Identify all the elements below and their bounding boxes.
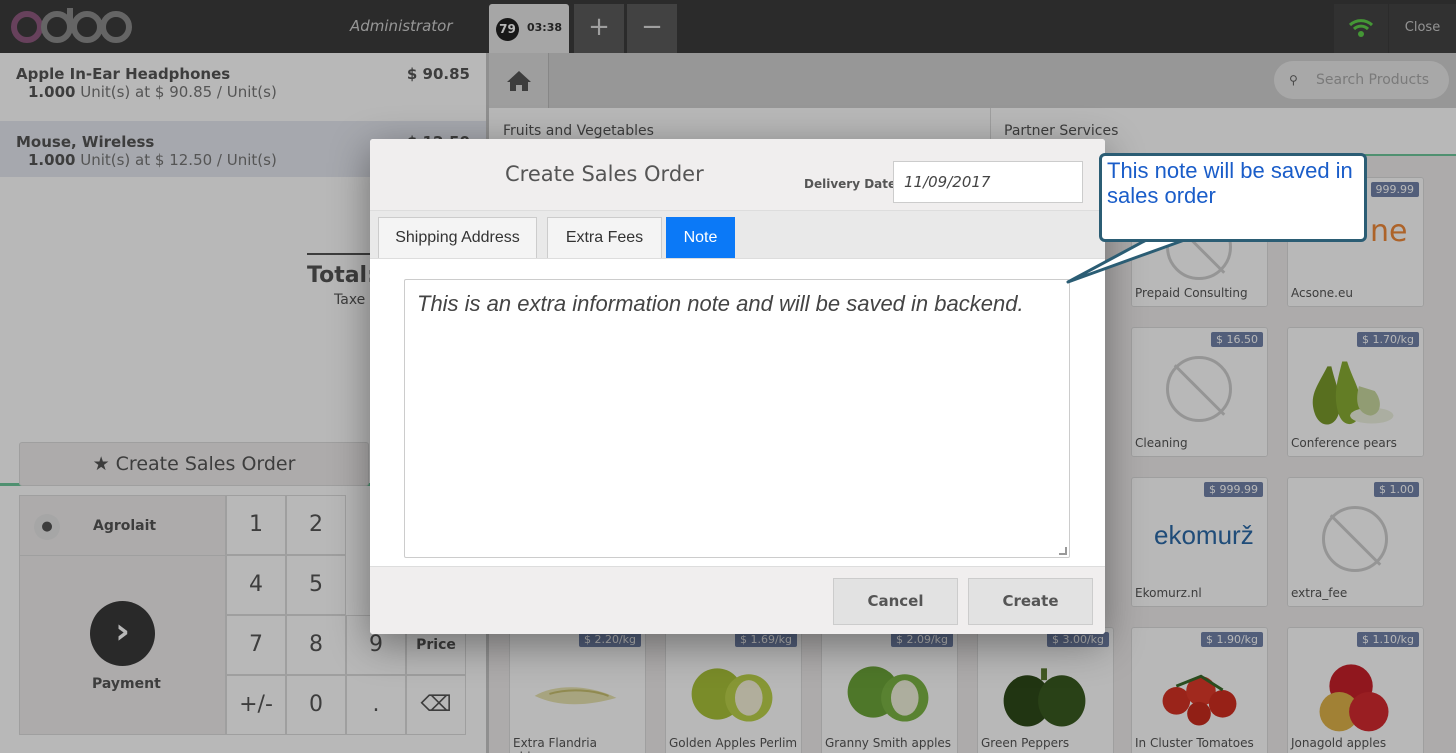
note-text: This is an extra information note and wi… [417, 291, 1024, 316]
dialog-tabs: Shipping Address Extra Fees Note [370, 211, 1105, 259]
resize-grip-icon[interactable] [1059, 547, 1067, 555]
note-textarea[interactable]: This is an extra information note and wi… [404, 279, 1070, 558]
tab-extra-fees[interactable]: Extra Fees [547, 217, 662, 258]
dialog-header: Create Sales Order Delivery Date: 11/09/… [370, 139, 1105, 211]
tab-note[interactable]: Note [666, 217, 735, 258]
create-sales-order-dialog: Create Sales Order Delivery Date: 11/09/… [370, 139, 1105, 634]
cancel-button[interactable]: Cancel [833, 578, 958, 625]
callout-note: This note will be saved in sales order [1099, 153, 1367, 242]
tab-shipping-address[interactable]: Shipping Address [378, 217, 537, 258]
dialog-title: Create Sales Order [505, 162, 704, 186]
delivery-date-input[interactable]: 11/09/2017 [893, 161, 1083, 203]
callout-text: This note will be saved in sales order [1107, 158, 1353, 208]
delivery-date-label: Delivery Date: [804, 177, 901, 191]
create-button[interactable]: Create [968, 578, 1093, 625]
dialog-footer: Cancel Create [370, 566, 1105, 634]
